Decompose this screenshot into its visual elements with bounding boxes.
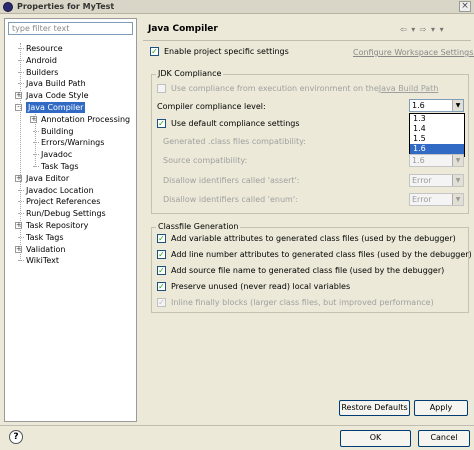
header-divider <box>143 40 471 41</box>
tree-item-label: Building <box>41 126 74 136</box>
tree-item-label: Errors/Warnings <box>41 138 105 148</box>
tree-item-label: Validation <box>26 244 66 254</box>
checkbox-icon[interactable]: ✓ <box>157 119 166 128</box>
variable-attributes-checkbox[interactable]: ✓ Add variable attributes to generated c… <box>157 234 456 243</box>
enable-specific-checkbox[interactable]: ✓ Enable project specific settings <box>150 47 289 56</box>
inline-finally-label: Inline finally blocks (larger class file… <box>171 298 434 307</box>
use-default-label: Use default compliance settings <box>171 119 300 128</box>
preserve-unused-label: Preserve unused (never read) local varia… <box>171 282 351 291</box>
tree-connector <box>18 48 24 49</box>
checkbox-icon[interactable]: ✓ <box>157 282 166 291</box>
checkbox-icon[interactable]: ✓ <box>157 298 166 307</box>
tree-connector <box>33 142 39 144</box>
disallow-assert-value: Error <box>412 176 432 185</box>
classfile-generation-title: Classfile Generation <box>156 222 241 231</box>
disallow-enum-select[interactable]: Error ▼ <box>409 193 464 206</box>
tree-connector <box>33 154 39 156</box>
checkbox-icon[interactable]: ✓ <box>157 234 166 243</box>
cancel-button[interactable]: Cancel <box>418 430 470 447</box>
tree-guide-line <box>20 43 21 262</box>
history-nav-icons[interactable]: ⇦ ▾ ⇨ ▾ ▾ <box>400 25 445 34</box>
jdk-compliance-title: JDK Compliance <box>156 69 224 78</box>
close-icon[interactable]: × <box>459 1 471 12</box>
variable-attributes-label: Add variable attributes to generated cla… <box>171 234 456 243</box>
compliance-level-label: Compiler compliance level: <box>157 102 266 111</box>
tree-item-label: Task Tags <box>41 162 79 171</box>
compliance-level-value: 1.6 <box>412 101 425 110</box>
source-file-checkbox[interactable]: ✓ Add source file name to generated clas… <box>157 266 444 275</box>
generated-class-label: Generated .class files compatibility: <box>163 137 306 146</box>
line-number-label: Add line number attributes to generated … <box>171 250 472 259</box>
window-title: Properties for MyTest <box>17 2 115 11</box>
tree-connector <box>18 201 24 203</box>
disallow-assert-select[interactable]: Error ▼ <box>409 174 464 187</box>
dropdown-arrow-icon[interactable]: ▼ <box>452 155 463 166</box>
help-icon[interactable]: ? <box>9 430 23 444</box>
dropdown-option[interactable]: 1.5 <box>410 134 464 144</box>
tree-item-label: Javadoc Location <box>26 185 94 195</box>
tree-item-label: Java Code Style <box>26 91 89 101</box>
checkbox-icon[interactable]: ✓ <box>157 266 166 275</box>
dropdown-arrow-icon[interactable]: ▼ <box>452 175 463 186</box>
use-compliance-label: Use compliance from execution environmen… <box>171 84 379 93</box>
footer-divider <box>0 425 474 426</box>
tree-item-label: Java Compiler <box>26 102 86 113</box>
enable-specific-label: Enable project specific settings <box>164 47 289 56</box>
dropdown-arrow-icon[interactable]: ▼ <box>452 194 463 205</box>
preference-tree-panel: type filter text Resource Android Builders… <box>4 18 137 422</box>
tree-connector <box>18 236 24 238</box>
source-compat-label: Source compatibility: <box>163 156 248 165</box>
tree-item-label: Java Build Path <box>26 79 86 89</box>
tree-item-label: Run/Debug Settings <box>26 209 106 219</box>
ok-button[interactable]: OK <box>340 430 411 447</box>
tree-item-label: WikiText <box>26 256 59 266</box>
tree-connector <box>18 59 24 61</box>
disallow-assert-label: Disallow identifiers called 'assert': <box>163 176 300 185</box>
preserve-unused-checkbox[interactable]: ✓ Preserve unused (never read) local var… <box>157 282 350 291</box>
configure-workspace-link[interactable]: Configure Workspace Settings... <box>353 48 474 57</box>
tree-guide-line <box>35 113 36 167</box>
dropdown-arrow-icon[interactable]: ▼ <box>452 100 463 111</box>
use-default-checkbox[interactable]: ✓ Use default compliance settings <box>157 119 300 128</box>
tree-connector <box>18 189 24 191</box>
tree-item-label: Javadoc <box>41 150 73 160</box>
tree-item-label: Project References <box>26 197 101 207</box>
use-compliance-checkbox[interactable]: Use compliance from execution environmen… <box>157 84 438 93</box>
title-bar: Properties for MyTest × <box>0 0 474 14</box>
inline-finally-checkbox[interactable]: ✓ Inline finally blocks (larger class fi… <box>157 298 434 307</box>
checkbox-icon[interactable] <box>157 84 166 93</box>
compliance-level-dropdown[interactable]: 1.3 1.4 1.5 1.6 <box>409 113 465 157</box>
tree-item-label: Annotation Processing <box>41 114 131 124</box>
tree-connector <box>18 213 24 215</box>
tree-connector <box>33 130 39 132</box>
source-compat-value: 1.6 <box>412 156 425 165</box>
tree-connector <box>33 166 39 167</box>
tree-connector <box>18 71 24 73</box>
checkbox-icon[interactable]: ✓ <box>157 250 166 259</box>
checkbox-icon[interactable]: ✓ <box>150 47 159 56</box>
dropdown-option-selected[interactable]: 1.6 <box>410 144 464 154</box>
page-title: Java Compiler <box>148 24 218 34</box>
java-build-path-link[interactable]: Java Build Path <box>379 84 439 93</box>
compliance-level-select[interactable]: 1.6 ▼ <box>409 99 464 112</box>
eclipse-icon <box>3 1 13 12</box>
tree-item-label: Android <box>26 55 57 65</box>
disallow-enum-value: Error <box>412 195 432 204</box>
tree-item-label: Java Editor <box>26 173 70 183</box>
tree-connector <box>18 83 24 85</box>
tree-item-label: Builders <box>26 67 59 77</box>
tree-item-label: Task Repository <box>26 221 89 230</box>
source-compat-select[interactable]: 1.6 ▼ <box>409 154 464 167</box>
tree-item-label: Task Tags <box>26 232 64 242</box>
filter-input[interactable]: type filter text <box>8 22 133 35</box>
restore-defaults-button[interactable]: Restore Defaults <box>339 400 410 416</box>
disallow-enum-label: Disallow identifiers called 'enum': <box>163 195 298 204</box>
dropdown-option[interactable]: 1.4 <box>410 124 464 134</box>
dropdown-option[interactable]: 1.3 <box>410 114 464 124</box>
line-number-checkbox[interactable]: ✓ Add line number attributes to generate… <box>157 250 472 259</box>
tree-item-label: Resource <box>26 44 63 53</box>
tree-connector <box>18 260 24 262</box>
apply-button[interactable]: Apply <box>414 400 468 416</box>
source-file-label: Add source file name to generated class … <box>171 266 445 275</box>
